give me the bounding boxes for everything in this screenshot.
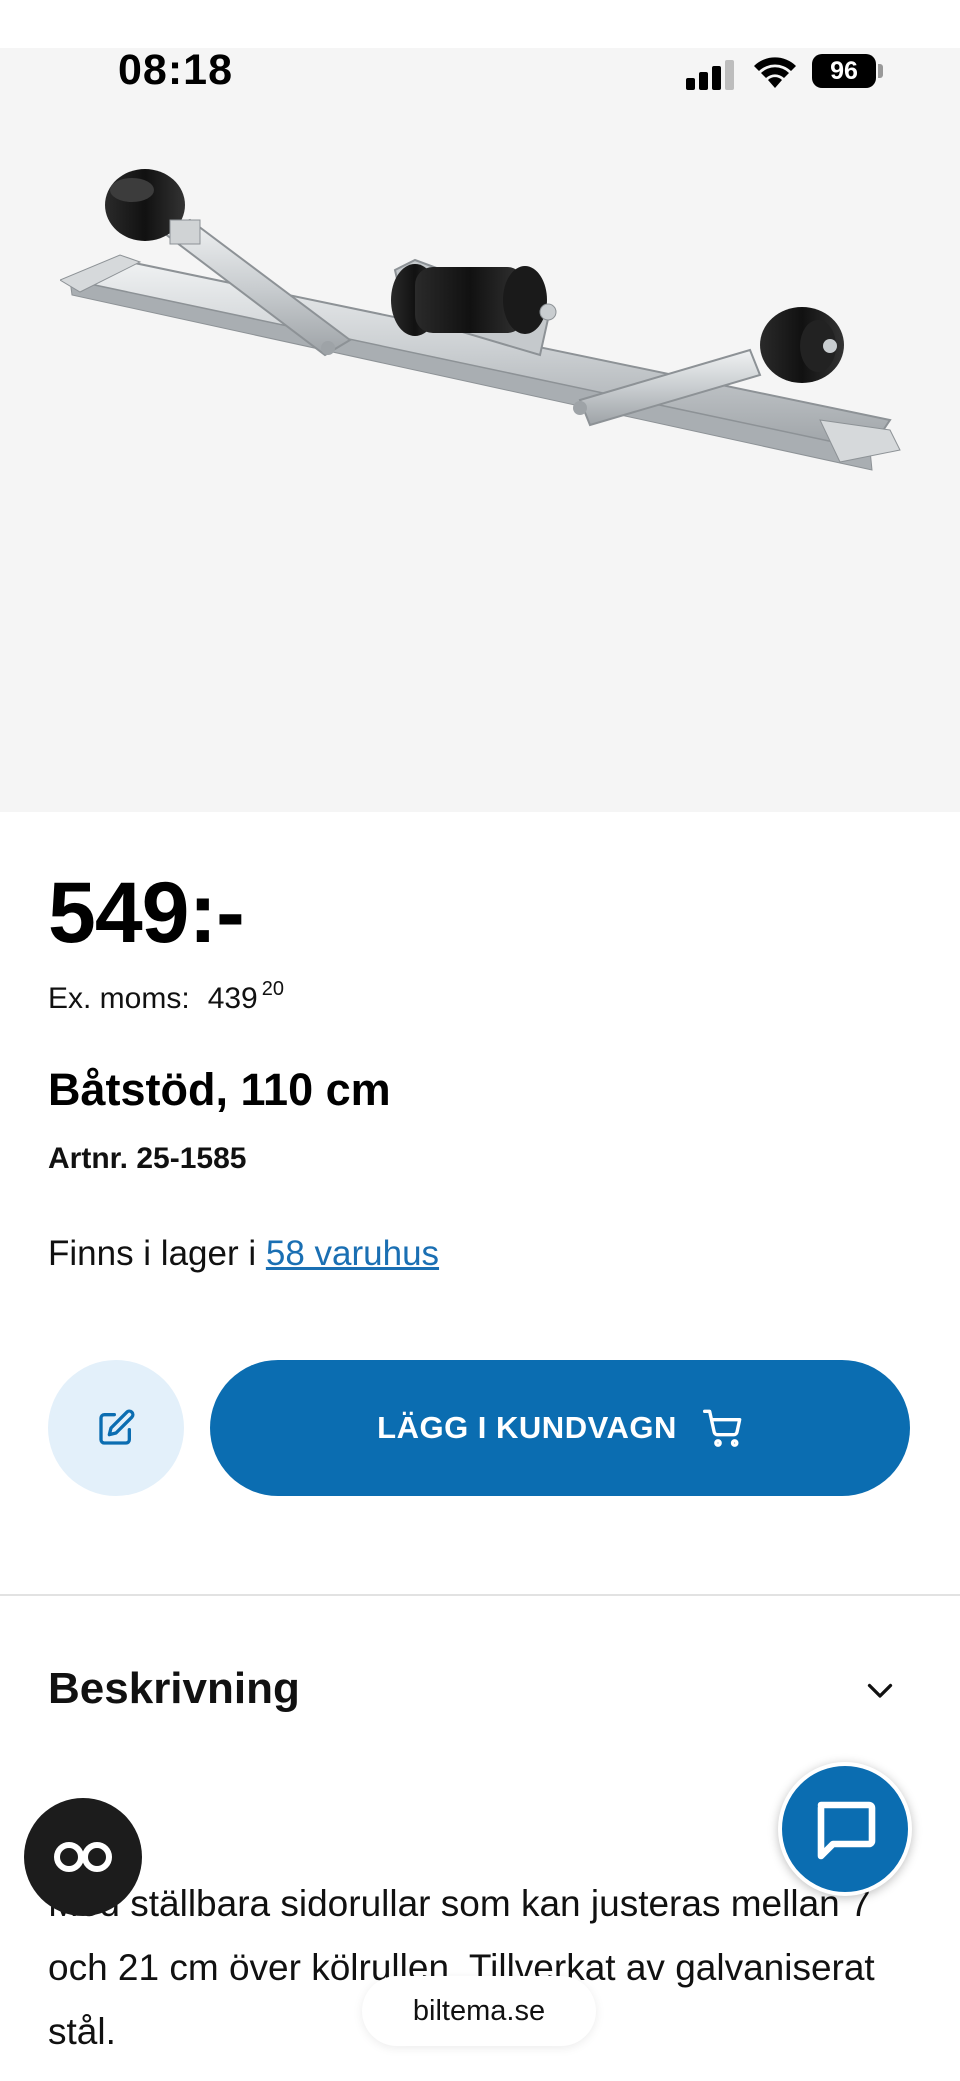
exmoms-label: Ex. moms: [48, 982, 190, 1015]
status-time: 08:18 [118, 46, 233, 94]
battery-nub [878, 64, 883, 78]
exmoms-whole: 439 [207, 982, 258, 1015]
cart-icon [702, 1409, 742, 1447]
boat-support-product-image [60, 169, 901, 471]
price-ex-vat: Ex. moms: 439 20 [48, 978, 284, 1016]
glasses-icon [54, 1842, 112, 1872]
article-number: Artnr. 25-1585 [48, 1142, 247, 1175]
add-to-cart-button[interactable]: LÄGG I KUNDVAGN [210, 1360, 910, 1496]
reader-mode-button[interactable] [24, 1798, 142, 1916]
product-title: Båtstöd, 110 cm [48, 1064, 391, 1115]
url-text: biltema.se [412, 1994, 546, 2027]
exmoms-fraction: 20 [261, 978, 284, 1000]
chat-icon [817, 1801, 876, 1860]
add-to-cart-label: LÄGG I KUNDVAGN [377, 1410, 677, 1445]
status-bar: 08:18 96 [0, 40, 960, 102]
stock-status: Finns i lager i 58 varuhus [48, 1234, 439, 1274]
section-divider [0, 1594, 960, 1596]
add-note-button[interactable] [48, 1360, 184, 1496]
signal-icon [686, 60, 734, 90]
stock-prefix: Finns i lager i [48, 1234, 266, 1273]
price: 549:- [48, 865, 245, 961]
store-count-link[interactable]: 58 varuhus [266, 1234, 439, 1273]
edit-note-icon [99, 1409, 135, 1445]
description-heading[interactable]: Beskrivning [48, 1664, 300, 1714]
chevron-down-icon[interactable] [862, 1672, 898, 1708]
chat-button[interactable] [778, 1762, 912, 1896]
wifi-icon [754, 57, 796, 88]
battery-icon: 96 [812, 54, 876, 88]
url-bar[interactable]: biltema.se [362, 1976, 596, 2046]
